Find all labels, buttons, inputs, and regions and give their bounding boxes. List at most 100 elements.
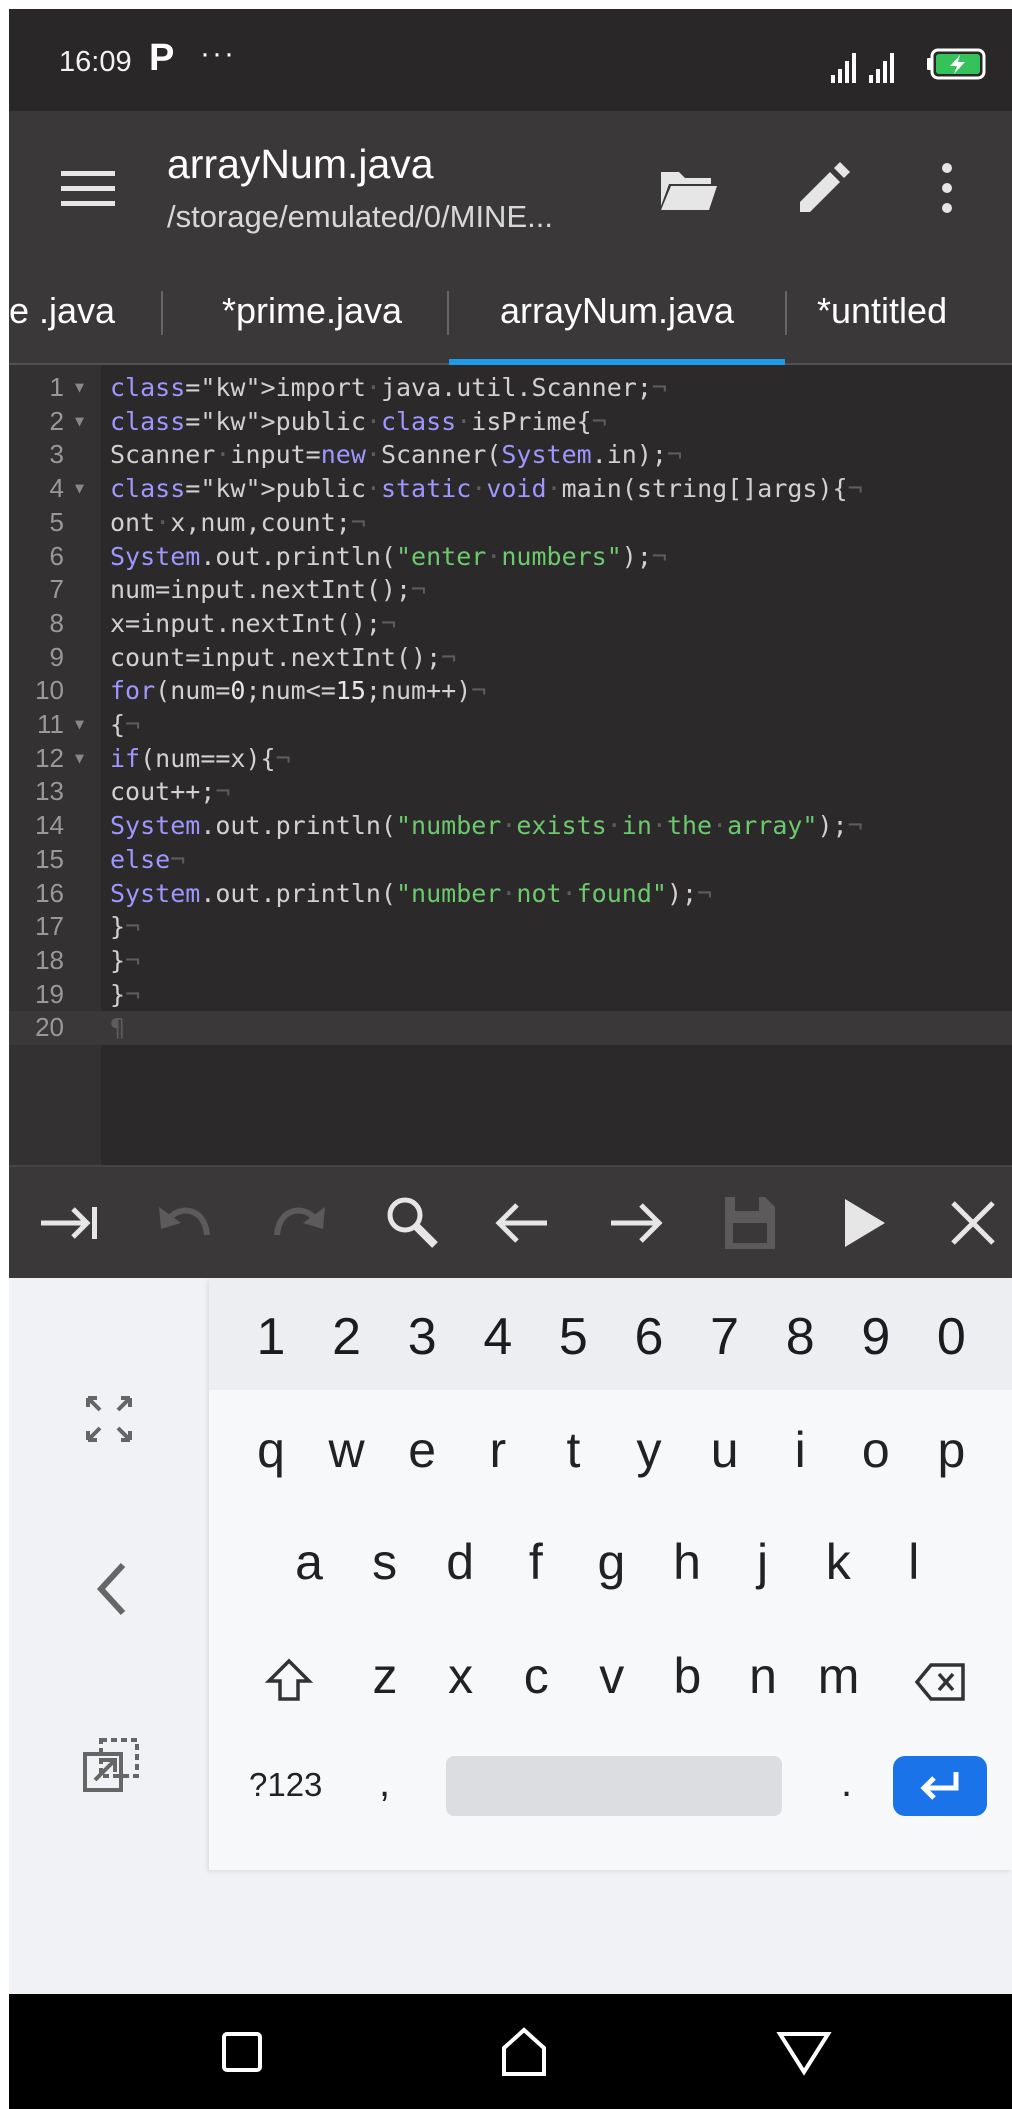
code-line[interactable]: 6 System.out.println("enter·numbers");¬ (9, 540, 1012, 574)
code-line[interactable]: 20 ¶ (9, 1011, 1012, 1045)
key-4[interactable]: 4 (466, 1307, 530, 1367)
tab-indent-icon[interactable] (37, 1189, 105, 1257)
code-line[interactable]: 2 ▼ class="kw">public·class·isPrime{¬ (9, 405, 1012, 439)
fold-arrow-icon[interactable]: ▼ (75, 472, 84, 506)
key-h[interactable]: h (655, 1533, 719, 1591)
fold-arrow-icon[interactable]: ▼ (75, 405, 84, 439)
menu-icon[interactable] (59, 159, 119, 219)
chevron-left-icon[interactable] (95, 1561, 129, 1617)
code-line[interactable]: 17}¬ (9, 910, 1012, 944)
code-line[interactable]: 13 cout++;¬ (9, 775, 1012, 809)
close-icon[interactable] (939, 1189, 1007, 1257)
tab-prime-java[interactable]: *prime.java (197, 265, 427, 365)
key-9[interactable]: 9 (844, 1307, 908, 1367)
key-j[interactable]: j (731, 1533, 795, 1591)
code-line[interactable]: 18}¬ (9, 944, 1012, 978)
search-icon[interactable] (379, 1189, 447, 1257)
key-t[interactable]: t (541, 1421, 605, 1479)
save-icon[interactable] (715, 1189, 783, 1257)
fold-arrow-icon[interactable]: ▼ (75, 742, 84, 776)
code-line[interactable]: 9 count=input.nextInt();¬ (9, 641, 1012, 675)
key-b[interactable]: b (655, 1647, 719, 1705)
key-v[interactable]: v (580, 1647, 644, 1705)
tab-prev-java[interactable]: e .java (9, 265, 127, 365)
key-g[interactable]: g (579, 1533, 643, 1591)
code-line[interactable]: 10 for(num=0;num<=15;num++)¬ (9, 674, 1012, 708)
arrow-left-icon[interactable] (489, 1189, 557, 1257)
expand-icon[interactable] (84, 1394, 134, 1444)
code-line[interactable]: 14 System.out.println("number·exists·in·t… (9, 809, 1012, 843)
code-line[interactable]: 16 System.out.println("number·not·found")… (9, 877, 1012, 911)
key-z[interactable]: z (353, 1647, 417, 1705)
fold-arrow-icon[interactable]: ▼ (75, 708, 84, 742)
tab-divider (785, 291, 787, 335)
key-m[interactable]: m (807, 1647, 871, 1705)
tab-untitled[interactable]: *untitled (817, 265, 1012, 365)
code-line[interactable]: 12 ▼ if(num==x){¬ (9, 742, 1012, 776)
key-e[interactable]: e (390, 1421, 454, 1479)
key-n[interactable]: n (731, 1647, 795, 1705)
period-key[interactable]: . (841, 1761, 852, 1806)
app-notification-icon: P (149, 37, 175, 79)
code-line[interactable]: 7 num=input.nextInt();¬ (9, 573, 1012, 607)
key-k[interactable]: k (806, 1533, 870, 1591)
pencil-icon[interactable] (792, 156, 856, 220)
key-w[interactable]: w (315, 1421, 379, 1479)
line-number: 13 (35, 776, 64, 807)
key-s[interactable]: s (353, 1533, 417, 1591)
run-icon[interactable] (829, 1189, 897, 1257)
line-number: 17 (35, 911, 64, 942)
key-p[interactable]: p (919, 1421, 983, 1479)
recents-square-icon[interactable] (212, 2022, 272, 2082)
line-number: 19 (35, 978, 64, 1009)
key-o[interactable]: o (844, 1421, 908, 1479)
back-triangle-icon[interactable] (774, 2022, 834, 2082)
key-1[interactable]: 1 (239, 1307, 303, 1367)
key-2[interactable]: 2 (315, 1307, 379, 1367)
key-8[interactable]: 8 (768, 1307, 832, 1367)
key-y[interactable]: y (617, 1421, 681, 1479)
key-6[interactable]: 6 (617, 1307, 681, 1367)
tab-arraynum-java[interactable]: arrayNum.java (449, 265, 785, 365)
undo-icon[interactable] (151, 1189, 219, 1257)
key-7[interactable]: 7 (693, 1307, 757, 1367)
key-5[interactable]: 5 (541, 1307, 605, 1367)
code-line[interactable]: 19}¬ (9, 978, 1012, 1012)
key-d[interactable]: d (428, 1533, 492, 1591)
comma-key[interactable]: , (379, 1761, 390, 1806)
key-l[interactable]: l (882, 1533, 946, 1591)
shift-icon[interactable] (265, 1657, 313, 1705)
key-0[interactable]: 0 (919, 1307, 983, 1367)
floating-keyboard-icon[interactable] (81, 1736, 141, 1796)
code-line[interactable]: 3 Scanner·input=new·Scanner(System.in);¬ (9, 438, 1012, 472)
folder-open-icon[interactable] (655, 156, 719, 220)
key-q[interactable]: q (239, 1421, 303, 1479)
key-a[interactable]: a (277, 1533, 341, 1591)
soft-keyboard (9, 1278, 1012, 1994)
home-icon[interactable] (494, 2022, 554, 2082)
key-f[interactable]: f (504, 1533, 568, 1591)
key-u[interactable]: u (693, 1421, 757, 1479)
key-r[interactable]: r (466, 1421, 530, 1479)
arrow-right-icon[interactable] (601, 1189, 669, 1257)
key-c[interactable]: c (504, 1647, 568, 1705)
code-line[interactable]: 5 ont·x,num,count;¬ (9, 506, 1012, 540)
space-key[interactable] (446, 1756, 782, 1816)
backspace-icon[interactable] (915, 1661, 967, 1703)
code-line[interactable]: 4 ▼ class="kw">public·static·void·main(str… (9, 472, 1012, 506)
code-editor[interactable]: 1 ▼ class="kw">import·java.util.Scanner;¬ 2… (9, 365, 1012, 1165)
code-text: count=input.nextInt();¬ (110, 642, 457, 672)
code-line[interactable]: 11 ▼ {¬ (9, 708, 1012, 742)
code-line[interactable]: 8 x=input.nextInt();¬ (9, 607, 1012, 641)
code-line[interactable]: 15 else¬ (9, 843, 1012, 877)
symbols-key[interactable]: ?123 (249, 1766, 322, 1804)
line-number: 15 (35, 843, 64, 874)
more-vertical-icon[interactable] (927, 156, 967, 220)
fold-arrow-icon[interactable]: ▼ (75, 371, 84, 405)
code-line[interactable]: 1 ▼ class="kw">import·java.util.Scanner;¬ (9, 371, 1012, 405)
key-x[interactable]: x (429, 1647, 493, 1705)
redo-icon[interactable] (265, 1189, 333, 1257)
key-3[interactable]: 3 (390, 1307, 454, 1367)
enter-key[interactable] (893, 1756, 987, 1816)
key-i[interactable]: i (768, 1421, 832, 1479)
